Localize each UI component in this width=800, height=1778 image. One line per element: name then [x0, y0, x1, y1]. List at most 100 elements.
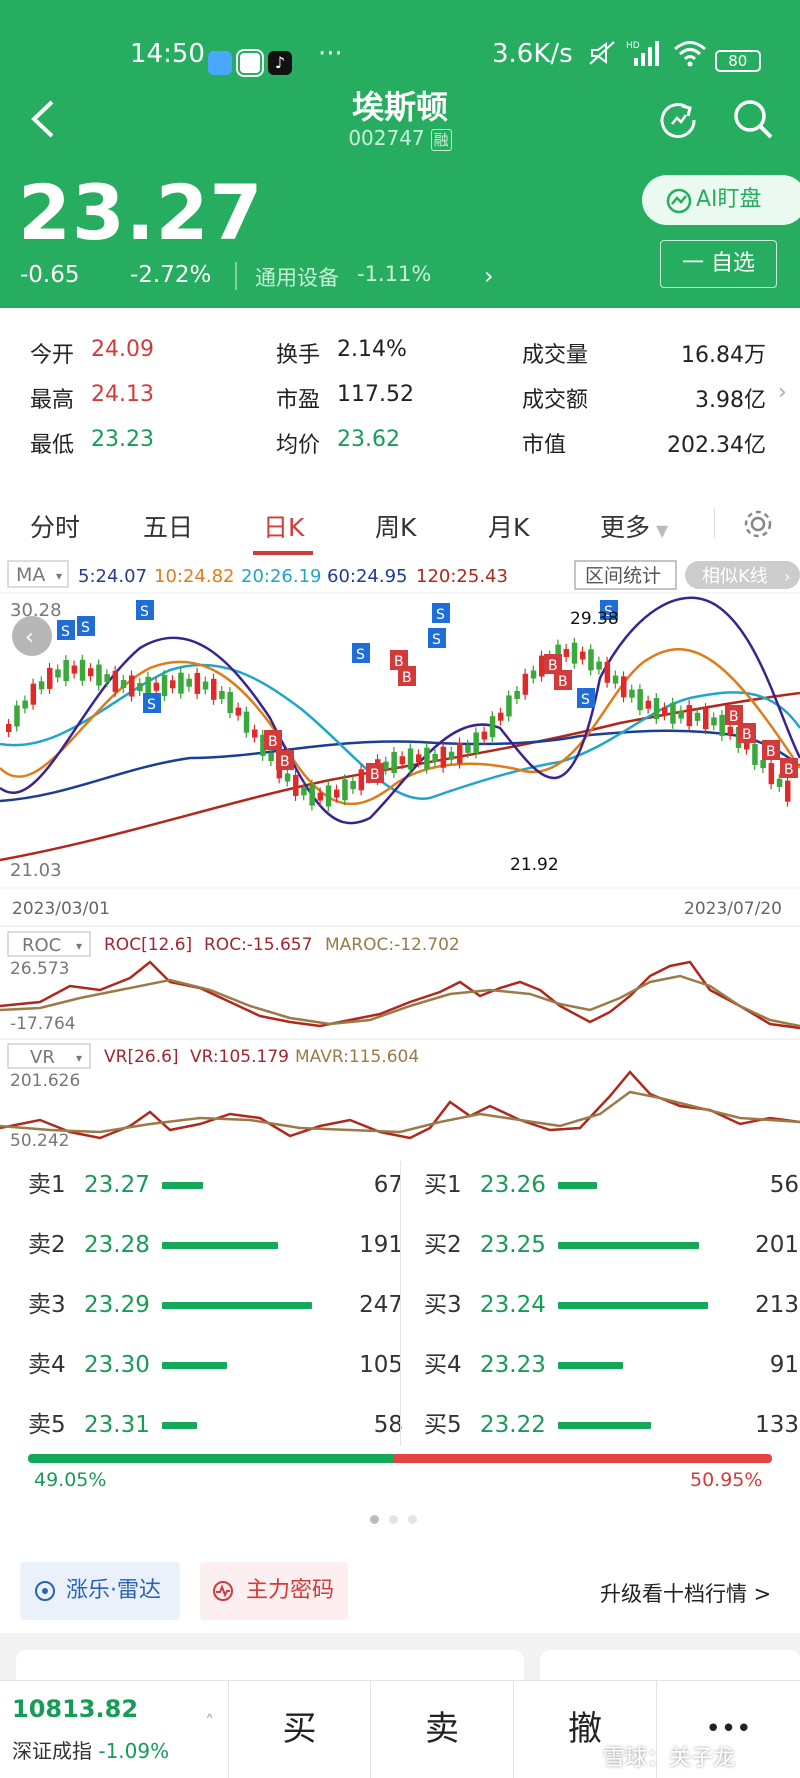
- index-value[interactable]: 10813.82: [12, 1695, 138, 1723]
- candle-body: [489, 716, 496, 738]
- sell-ratio: 49.05%: [34, 1469, 107, 1491]
- candle-body: [235, 707, 242, 716]
- buy-ratio-bar: [393, 1454, 772, 1463]
- candle-body: [522, 673, 529, 695]
- ma60-value: 60:24.95: [327, 566, 408, 587]
- candle-body: [96, 664, 102, 686]
- candle-body: [14, 705, 20, 727]
- app-notification-icon: [236, 48, 264, 77]
- candle-body: [219, 691, 225, 700]
- candle-body: [670, 702, 676, 724]
- index-percent: -1.09%: [98, 1739, 170, 1763]
- date-start: 2023/03/01: [12, 899, 110, 919]
- candle-body: [358, 769, 365, 791]
- candle-body: [711, 717, 717, 726]
- radar-button[interactable]: 涨乐·雷达: [20, 1562, 180, 1620]
- ma20-value: 20:26.19: [241, 566, 322, 587]
- buy-level-label: 买3: [424, 1292, 462, 1318]
- vr-params: VR[26.6]: [104, 1047, 179, 1067]
- ai-chart-icon: [666, 188, 692, 214]
- chevron-right-icon[interactable]: ›: [778, 380, 787, 405]
- date-end: 2023/07/20: [684, 899, 782, 919]
- tab-intraday[interactable]: 分时: [30, 508, 80, 544]
- sell-level-volume: 105: [359, 1352, 403, 1378]
- sell-level-volume-bar: [162, 1182, 203, 1189]
- chevron-down-icon: ▼: [656, 521, 669, 540]
- candle-body: [383, 761, 389, 770]
- candle-body: [596, 661, 602, 670]
- tab-weekly-k[interactable]: 周K: [375, 508, 416, 544]
- candle-body: [170, 680, 176, 689]
- candle-body: [785, 780, 791, 802]
- buy-level-volume: 213: [755, 1292, 799, 1318]
- buy-level-volume-bar: [558, 1182, 597, 1189]
- candle-body: [678, 710, 684, 719]
- candle-body: [325, 785, 332, 807]
- candle-body: [178, 672, 184, 694]
- app-notification-icon: [208, 50, 232, 75]
- candle-body: [580, 651, 586, 660]
- period-high-label: 29.38: [570, 609, 619, 629]
- sell-level-volume: 58: [373, 1412, 403, 1438]
- candle-body: [498, 712, 504, 721]
- kline-chart[interactable]: MA ▾ 5:24.07 10:24.82 20:26.19 60:24.95 …: [0, 558, 800, 1153]
- sector-name[interactable]: 通用设备: [255, 262, 339, 292]
- candle-body: [350, 781, 356, 790]
- candle-body: [768, 763, 775, 785]
- tab-monthly-k[interactable]: 月K: [488, 508, 529, 544]
- signal-icon: HD: [626, 41, 660, 66]
- search-icon[interactable]: [732, 98, 774, 140]
- volume-label: 成交量: [522, 343, 589, 368]
- market-cap-label: 市值: [522, 433, 567, 458]
- sector-percent[interactable]: -1.11%: [357, 262, 431, 286]
- upgrade-ten-level-link[interactable]: 升级看十档行情 >: [600, 1578, 771, 1608]
- quote-panel: 今开 24.09 换手 2.14% 成交量 16.84万 最高 24.13 市盈…: [0, 308, 800, 488]
- tab-daily-k[interactable]: 日K: [263, 508, 304, 544]
- candle-body: [342, 779, 348, 801]
- buy-level-label: 买4: [424, 1352, 462, 1378]
- candle-body: [112, 670, 119, 692]
- volume-value: 16.84万: [681, 343, 766, 368]
- ai-watch-button[interactable]: AI盯盘: [642, 175, 800, 225]
- pe-value: 117.52: [337, 382, 414, 407]
- refresh-icon[interactable]: [658, 100, 698, 140]
- main-force-code-button[interactable]: 主力密码: [200, 1562, 348, 1620]
- open-value: 24.09: [91, 337, 154, 362]
- mute-icon: [589, 41, 615, 65]
- pulse-icon: [213, 1581, 233, 1601]
- candle-body: [301, 787, 307, 796]
- tab-more[interactable]: 更多 ▼: [600, 508, 668, 544]
- sell-ratio-bar: [28, 1454, 393, 1463]
- svg-text:S: S: [436, 607, 445, 623]
- buy-level-price: 23.23: [480, 1352, 546, 1378]
- candle-body: [284, 773, 291, 782]
- candle-body: [481, 731, 488, 740]
- sell-level-label: 卖3: [28, 1292, 66, 1318]
- chevron-up-icon[interactable]: ˄: [205, 1712, 214, 1733]
- chevron-right-icon[interactable]: ›: [484, 262, 494, 290]
- candle-body: [55, 669, 61, 678]
- add-watchlist-button[interactable]: 一 自选: [660, 240, 777, 288]
- candle-body: [473, 732, 479, 754]
- candle-body: [407, 748, 414, 770]
- chevron-down-icon: ▾: [76, 939, 82, 953]
- roc-y-max: 26.573: [10, 959, 69, 979]
- candle-body: [653, 698, 660, 720]
- tab-five-day[interactable]: 五日: [143, 508, 193, 544]
- candle-body: [588, 649, 594, 671]
- similar-k-label: 相似K线: [702, 566, 768, 587]
- avg-price-value: 23.62: [337, 427, 400, 452]
- buy-button[interactable]: 买: [228, 1680, 370, 1778]
- ma-selector-label: MA: [16, 564, 45, 586]
- candle-body: [612, 675, 619, 684]
- svg-text:S: S: [581, 692, 590, 708]
- sell-button[interactable]: 卖: [370, 1680, 513, 1778]
- candle-body: [227, 691, 233, 713]
- divider: [714, 508, 715, 538]
- battery-icon: 80: [714, 49, 761, 72]
- svg-text:S: S: [147, 697, 156, 713]
- ma5-value: 5:24.07: [78, 566, 147, 587]
- chevron-down-icon: ▾: [56, 569, 62, 583]
- divider: [400, 1161, 401, 1446]
- settings-gear-icon[interactable]: [742, 508, 774, 540]
